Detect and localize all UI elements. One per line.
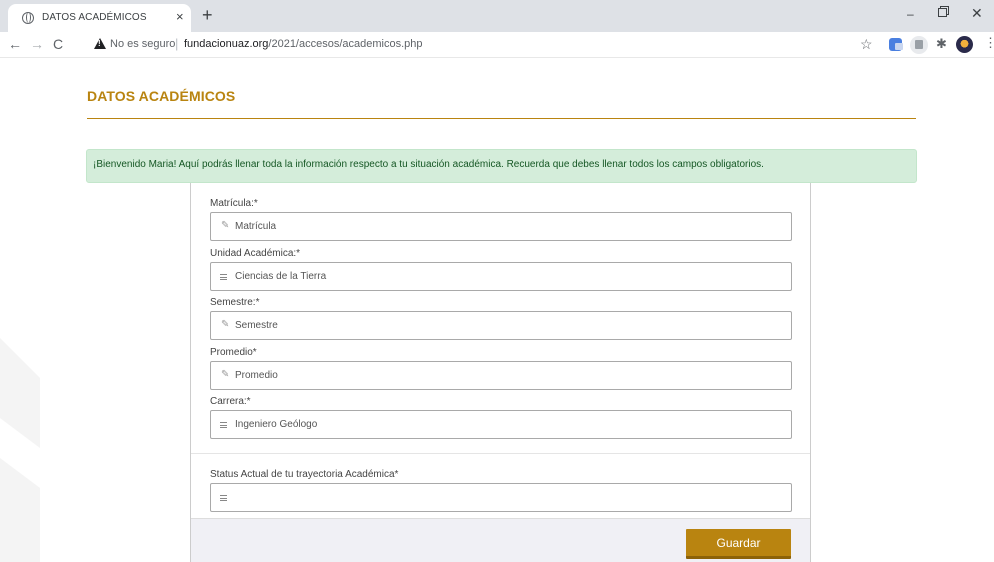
minimize-button[interactable]: – xyxy=(907,7,914,21)
matricula-input[interactable]: ✎ Matrícula xyxy=(210,212,792,241)
list-icon xyxy=(220,274,227,280)
maximize-button[interactable] xyxy=(938,6,949,17)
semestre-label: Semestre:* xyxy=(210,297,260,308)
unidad-academica-select[interactable]: Ciencias de la Tierra xyxy=(210,262,792,291)
semestre-input[interactable]: ✎ Semestre xyxy=(210,311,792,340)
globe-icon xyxy=(22,12,34,24)
page-title: DATOS ACADÉMICOS xyxy=(87,88,236,104)
semestre-placeholder: Semestre xyxy=(235,320,278,331)
browser-toolbar: ← → C No es seguro | fundacionuaz.org/20… xyxy=(0,32,994,58)
save-button[interactable]: Guardar xyxy=(686,529,791,559)
browser-tab-bar: DATOS ACADÉMICOS × + – ✕ xyxy=(0,0,994,32)
promedio-label: Promedio* xyxy=(210,347,257,358)
page-content: DATOS ACADÉMICOS ¡Bienvenido Maria! Aquí… xyxy=(0,58,994,562)
url-host: fundacionuaz.org xyxy=(184,38,269,50)
carrera-value: Ingeniero Geólogo xyxy=(235,419,318,430)
extensions-puzzle-icon[interactable]: ✱ xyxy=(936,36,947,52)
browser-tab[interactable]: DATOS ACADÉMICOS × xyxy=(8,4,191,32)
profile-avatar[interactable] xyxy=(956,36,973,53)
address-separator: | xyxy=(175,36,179,51)
alert-text: ¡Bienvenido Maria! Aquí podrás llenar to… xyxy=(93,159,764,170)
tab-title: DATOS ACADÉMICOS xyxy=(42,12,147,23)
pencil-icon: ✎ xyxy=(221,369,230,380)
list-icon xyxy=(220,422,227,428)
status-select[interactable] xyxy=(210,483,792,512)
forward-button[interactable]: → xyxy=(30,36,44,52)
pencil-icon: ✎ xyxy=(221,220,230,231)
bookmark-star-icon[interactable]: ☆ xyxy=(860,36,873,53)
translate-extension-icon[interactable] xyxy=(889,38,903,51)
academic-form: Matrícula:* ✎ Matrícula Unidad Académica… xyxy=(190,183,811,562)
matricula-label: Matrícula:* xyxy=(210,198,258,209)
reload-button[interactable]: C xyxy=(53,36,63,52)
promedio-placeholder: Promedio xyxy=(235,370,278,381)
security-label[interactable]: No es seguro xyxy=(110,38,175,50)
carrera-select[interactable]: Ingeniero Geólogo xyxy=(210,410,792,439)
close-window-button[interactable]: ✕ xyxy=(971,5,983,22)
url-text[interactable]: fundacionuaz.org/2021/accesos/academicos… xyxy=(184,38,423,50)
warning-icon[interactable] xyxy=(94,38,106,49)
welcome-alert: ¡Bienvenido Maria! Aquí podrás llenar to… xyxy=(86,149,917,183)
extension-icon[interactable] xyxy=(910,36,928,54)
unidad-academica-label: Unidad Académica:* xyxy=(210,248,301,259)
unidad-academica-value: Ciencias de la Tierra xyxy=(235,271,327,282)
form-footer: Guardar xyxy=(191,518,810,562)
url-path: /2021/accesos/academicos.php xyxy=(268,38,423,50)
status-label: Status Actual de tu trayectoria Académic… xyxy=(210,469,399,480)
carrera-label: Carrera:* xyxy=(210,396,251,407)
address-bar[interactable]: No es seguro | fundacionuaz.org/2021/acc… xyxy=(86,33,886,57)
matricula-placeholder: Matrícula xyxy=(235,221,277,232)
list-icon xyxy=(220,495,227,501)
section-divider xyxy=(191,453,810,454)
new-tab-button[interactable]: + xyxy=(202,5,213,25)
browser-menu-icon[interactable]: ⋮ xyxy=(984,35,994,51)
background-decoration xyxy=(0,338,40,562)
back-button[interactable]: ← xyxy=(8,36,22,52)
promedio-input[interactable]: ✎ Promedio xyxy=(210,361,792,390)
tab-close-icon[interactable]: × xyxy=(176,10,184,24)
scrollbar[interactable] xyxy=(987,58,994,562)
title-divider xyxy=(87,118,916,119)
pencil-icon: ✎ xyxy=(221,319,230,330)
